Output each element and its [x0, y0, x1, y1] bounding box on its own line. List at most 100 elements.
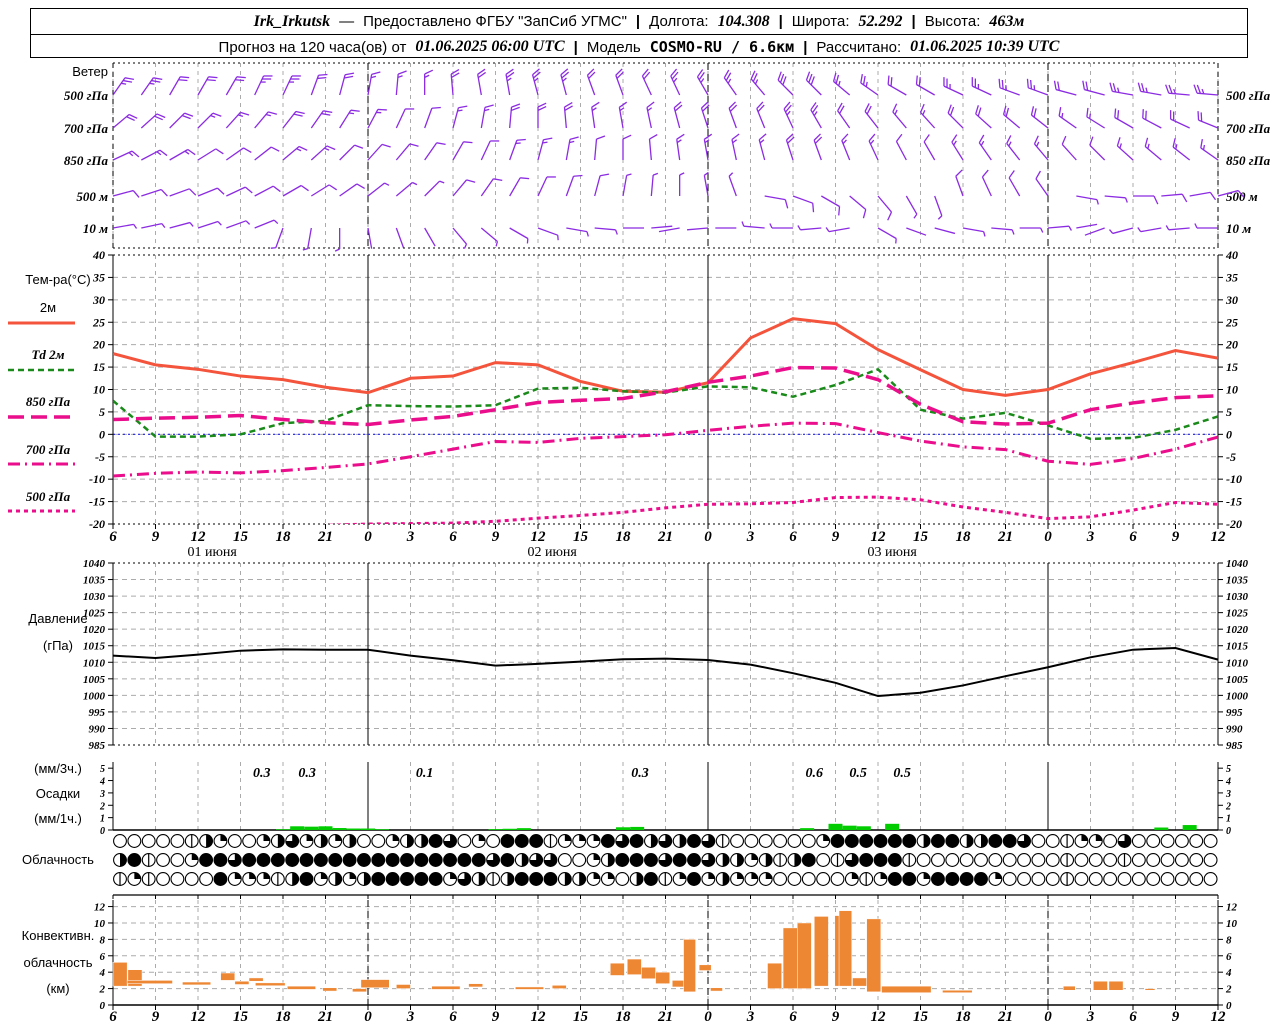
svg-text:12: 12 [871, 1009, 887, 1024]
svg-text:8: 8 [1226, 934, 1232, 946]
convective-bar-39 [1144, 988, 1156, 991]
svg-text:4: 4 [99, 777, 105, 788]
svg-text:1030: 1030 [1226, 591, 1249, 603]
svg-text:21: 21 [317, 1009, 333, 1024]
convective-bar-25 [767, 962, 782, 989]
convective-bar-21 [671, 980, 685, 988]
svg-text:6: 6 [789, 1009, 797, 1024]
precip-bar-7 [375, 829, 390, 830]
svg-text:15: 15 [233, 1009, 249, 1024]
svg-text:21: 21 [997, 529, 1013, 545]
precip-value-label-2: 0.1 [416, 766, 434, 781]
precip-bar-5 [346, 828, 361, 830]
svg-text:10: 10 [94, 918, 106, 930]
svg-text:990: 990 [89, 723, 106, 735]
svg-text:0: 0 [100, 826, 105, 837]
precip-bar-2 [304, 826, 319, 830]
convective-bar-16 [551, 985, 567, 989]
svg-text:6: 6 [1226, 951, 1232, 963]
date-label-0: 01 июня [187, 545, 237, 560]
svg-text:-20: -20 [1226, 517, 1242, 531]
svg-text:2: 2 [1225, 984, 1232, 996]
svg-text:0: 0 [99, 427, 105, 441]
svg-text:18: 18 [276, 529, 292, 545]
svg-text:15: 15 [573, 529, 589, 545]
precip-bar-6 [361, 828, 375, 830]
svg-text:0: 0 [1044, 1009, 1052, 1024]
svg-text:6: 6 [1129, 529, 1137, 545]
svg-text:18: 18 [616, 529, 632, 545]
svg-text:40: 40 [92, 248, 105, 262]
svg-text:5: 5 [99, 405, 105, 419]
svg-text:9: 9 [492, 529, 500, 545]
convective-bar-34 [881, 985, 932, 993]
convective-bar-4 [220, 972, 236, 981]
svg-text:20: 20 [1225, 338, 1238, 352]
precip-bar-17 [885, 823, 900, 830]
convective-bar-38 [1108, 980, 1124, 991]
svg-text:990: 990 [1226, 723, 1243, 735]
svg-text:21: 21 [317, 529, 333, 545]
svg-text:4: 4 [1225, 777, 1231, 788]
svg-text:18: 18 [616, 1009, 632, 1024]
svg-text:18: 18 [956, 1009, 972, 1024]
precip-bar-11 [616, 827, 630, 830]
precip-value-label-4: 0.6 [806, 766, 824, 781]
svg-text:1015: 1015 [1226, 641, 1249, 653]
svg-text:30: 30 [92, 293, 105, 307]
svg-text:-20: -20 [89, 517, 105, 531]
svg-text:985: 985 [1226, 740, 1243, 752]
svg-text:18: 18 [276, 1009, 292, 1024]
svg-text:12: 12 [531, 1009, 547, 1024]
svg-text:4: 4 [1225, 967, 1232, 979]
cloud-row-1 [113, 853, 1218, 867]
convective-bar-18 [627, 958, 642, 975]
svg-text:12: 12 [1226, 902, 1238, 914]
svg-text:12: 12 [531, 529, 547, 545]
svg-text:3: 3 [1086, 529, 1095, 545]
svg-text:40: 40 [1225, 248, 1238, 262]
svg-text:12: 12 [1211, 1009, 1227, 1024]
svg-text:-5: -5 [95, 450, 105, 464]
svg-text:9: 9 [1172, 529, 1180, 545]
svg-text:1000: 1000 [1226, 690, 1249, 702]
svg-text:9: 9 [1172, 1009, 1180, 1024]
precipitation-panel: 5 54 43 32 21 10 00.3 0.3 0.1 0.3 0.6 0.5 0.5 [99, 762, 1231, 837]
svg-text:1025: 1025 [83, 608, 106, 620]
svg-text:6: 6 [1129, 1009, 1137, 1024]
svg-text:0: 0 [704, 529, 712, 545]
svg-text:1005: 1005 [83, 674, 106, 686]
svg-text:3: 3 [406, 529, 415, 545]
svg-text:12: 12 [871, 529, 887, 545]
svg-text:6: 6 [789, 529, 797, 545]
meteogram-page: Irk_Irkutsk — Предоставлено ФГБУ "ЗапСиб У… [0, 0, 1280, 1024]
svg-text:9: 9 [152, 1009, 160, 1024]
convective-bar-11 [360, 979, 390, 989]
convective-bar-28 [814, 916, 829, 987]
svg-text:-5: -5 [1226, 450, 1236, 464]
svg-text:10: 10 [1226, 383, 1238, 397]
precip-bar-0 [276, 829, 290, 830]
svg-text:2: 2 [99, 984, 106, 996]
svg-text:2: 2 [99, 801, 105, 812]
convective-bar-17 [610, 962, 625, 976]
precip-bar-4 [332, 828, 347, 830]
cloud-row-0 [113, 834, 1218, 848]
precip-bar-1 [290, 826, 305, 830]
svg-text:15: 15 [573, 1009, 589, 1024]
precip-value-label-1: 0.3 [298, 766, 316, 781]
svg-text:0: 0 [364, 529, 372, 545]
svg-text:0: 0 [100, 1000, 106, 1012]
svg-text:0: 0 [1044, 529, 1052, 545]
svg-text:0: 0 [1226, 826, 1231, 837]
svg-text:9: 9 [832, 1009, 840, 1024]
convective-bar-32 [866, 918, 882, 993]
convective-bar-8 [287, 985, 316, 990]
svg-text:1: 1 [100, 814, 105, 825]
pressure-panel: 1040 1040 1035 1035 1030 1030 1025 1025 1020 1020… [83, 558, 1249, 752]
svg-text:12: 12 [94, 902, 106, 914]
date-label-1: 02 июня [527, 545, 577, 560]
convective-bar-19 [641, 967, 656, 979]
convective-bar-27 [797, 922, 812, 989]
svg-text:6: 6 [100, 951, 106, 963]
